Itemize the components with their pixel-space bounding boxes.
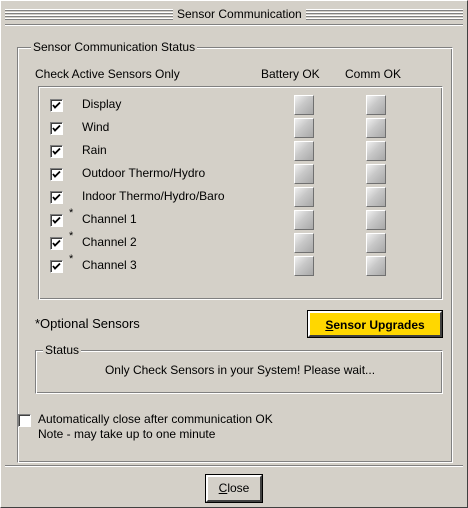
comm-ok-indicator — [366, 164, 386, 184]
optional-asterisk: * — [69, 253, 74, 265]
battery-ok-indicator — [294, 141, 314, 161]
sensor-label: Rain — [82, 143, 107, 157]
optional-asterisk: * — [69, 230, 74, 242]
sensor-label: Outdoor Thermo/Hydro — [82, 166, 206, 180]
sensor-checkbox[interactable] — [50, 122, 63, 135]
bottom-divider — [5, 465, 463, 467]
sensor-upgrades-button[interactable]: Sensor Upgrades — [307, 310, 443, 338]
status-group-legend: Sensor Communication Status — [31, 40, 198, 54]
check-active-header: Check Active Sensors Only — [35, 67, 180, 81]
sensor-checkbox[interactable] — [50, 260, 63, 273]
comm-ok-indicator — [366, 256, 386, 276]
sensor-checkbox[interactable] — [50, 191, 63, 204]
sensor-label: Channel 2 — [82, 235, 137, 249]
auto-close-note: Note - may take up to one minute — [38, 427, 216, 441]
auto-close-checkbox[interactable] — [18, 414, 31, 427]
sensor-checkbox[interactable] — [50, 99, 63, 112]
battery-ok-indicator — [294, 233, 314, 253]
battery-ok-indicator — [294, 164, 314, 184]
battery-ok-indicator — [294, 187, 314, 207]
sensor-upgrades-label: ensor Upgrades — [333, 318, 425, 332]
sensor-checkbox[interactable] — [50, 168, 63, 181]
title-divider — [5, 24, 463, 26]
battery-ok-header: Battery OK — [261, 67, 320, 81]
comm-ok-indicator — [366, 187, 386, 207]
battery-ok-indicator — [294, 95, 314, 115]
comm-ok-header: Comm OK — [345, 67, 402, 81]
window-title: Sensor Communication — [173, 4, 306, 24]
auto-close-label: Automatically close after communication … — [38, 412, 273, 426]
battery-ok-indicator — [294, 118, 314, 138]
close-button[interactable]: Close — [205, 474, 263, 503]
battery-ok-indicator — [294, 210, 314, 230]
sensor-communication-window: Sensor Communication Sensor Communicatio… — [0, 0, 468, 508]
optional-asterisk: * — [69, 207, 74, 219]
comm-ok-indicator — [366, 210, 386, 230]
close-label: lose — [227, 481, 250, 495]
sensor-checkbox[interactable] — [50, 237, 63, 250]
comm-ok-indicator — [366, 118, 386, 138]
sensor-checkbox[interactable] — [50, 145, 63, 158]
status-message: Only Check Sensors in your System! Pleas… — [104, 363, 376, 377]
sensor-label: Wind — [82, 120, 110, 134]
optional-sensors-note: *Optional Sensors — [35, 316, 140, 331]
sensor-label: Indoor Thermo/Hydro/Baro — [82, 189, 225, 203]
comm-ok-indicator — [366, 95, 386, 115]
comm-ok-indicator — [366, 141, 386, 161]
sensor-label: Channel 1 — [82, 212, 137, 226]
status-subgroup-legend: Status — [43, 343, 82, 357]
sensor-label: Display — [82, 97, 122, 111]
sensor-checkbox[interactable] — [50, 214, 63, 227]
battery-ok-indicator — [294, 256, 314, 276]
sensor-label: Channel 3 — [82, 258, 137, 272]
comm-ok-indicator — [366, 233, 386, 253]
